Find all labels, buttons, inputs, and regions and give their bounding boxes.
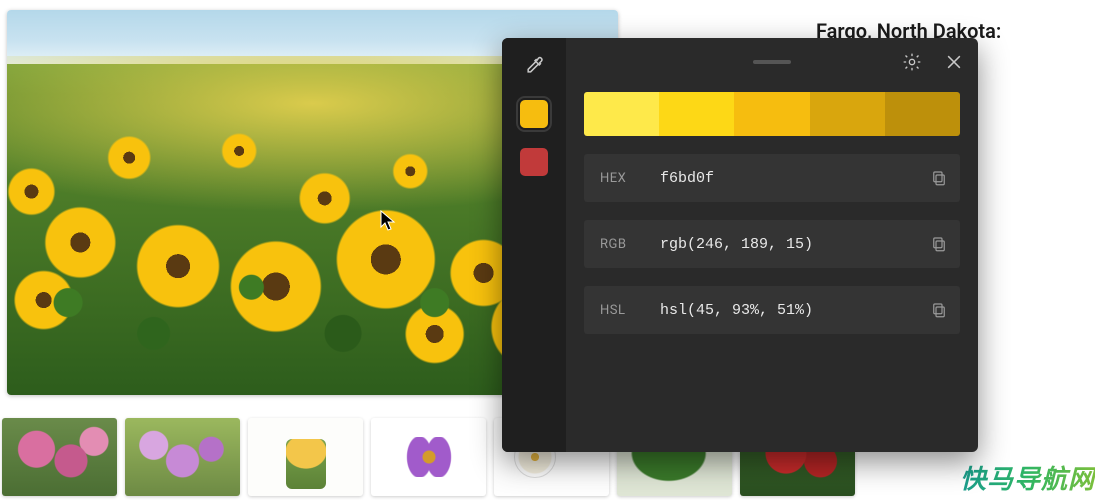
color-format-value: f6bd0f xyxy=(660,170,930,187)
color-shades-bar[interactable] xyxy=(584,92,960,136)
copy-icon[interactable] xyxy=(930,169,948,187)
color-format-label: RGB xyxy=(600,237,660,252)
thumbnail-image[interactable] xyxy=(2,418,117,496)
close-icon[interactable] xyxy=(944,52,964,72)
color-history-swatch[interactable] xyxy=(520,148,548,176)
color-format-value: hsl(45, 93%, 51%) xyxy=(660,302,930,319)
mouse-cursor-icon xyxy=(380,210,396,232)
gear-icon[interactable] xyxy=(902,52,922,72)
picker-titlebar[interactable] xyxy=(566,38,978,86)
copy-icon[interactable] xyxy=(930,235,948,253)
color-format-value: rgb(246, 189, 15) xyxy=(660,236,930,253)
color-format-row-hsl: HSLhsl(45, 93%, 51%) xyxy=(584,286,960,334)
shade-swatch[interactable] xyxy=(810,92,885,136)
thumbnail-image[interactable] xyxy=(371,418,486,496)
thumbnail-image[interactable] xyxy=(248,418,363,496)
drag-handle-icon[interactable] xyxy=(753,60,791,64)
copy-icon[interactable] xyxy=(930,301,948,319)
color-format-row-rgb: RGBrgb(246, 189, 15) xyxy=(584,220,960,268)
shade-swatch[interactable] xyxy=(734,92,809,136)
site-watermark: 快马导航网 xyxy=(960,459,1095,496)
shade-swatch[interactable] xyxy=(584,92,659,136)
shade-swatch[interactable] xyxy=(885,92,960,136)
color-format-row-hex: HEXf6bd0f xyxy=(584,154,960,202)
color-history-swatch[interactable] xyxy=(520,100,548,128)
picker-sidebar xyxy=(502,38,566,452)
thumbnail-image[interactable] xyxy=(125,418,240,496)
color-picker-panel: HEXf6bd0f RGBrgb(246, 189, 15) HSLhsl(45, … xyxy=(502,38,978,452)
color-format-label: HSL xyxy=(600,303,660,318)
eyedropper-icon[interactable] xyxy=(524,56,544,76)
shade-swatch[interactable] xyxy=(659,92,734,136)
color-format-label: HEX xyxy=(600,171,660,186)
